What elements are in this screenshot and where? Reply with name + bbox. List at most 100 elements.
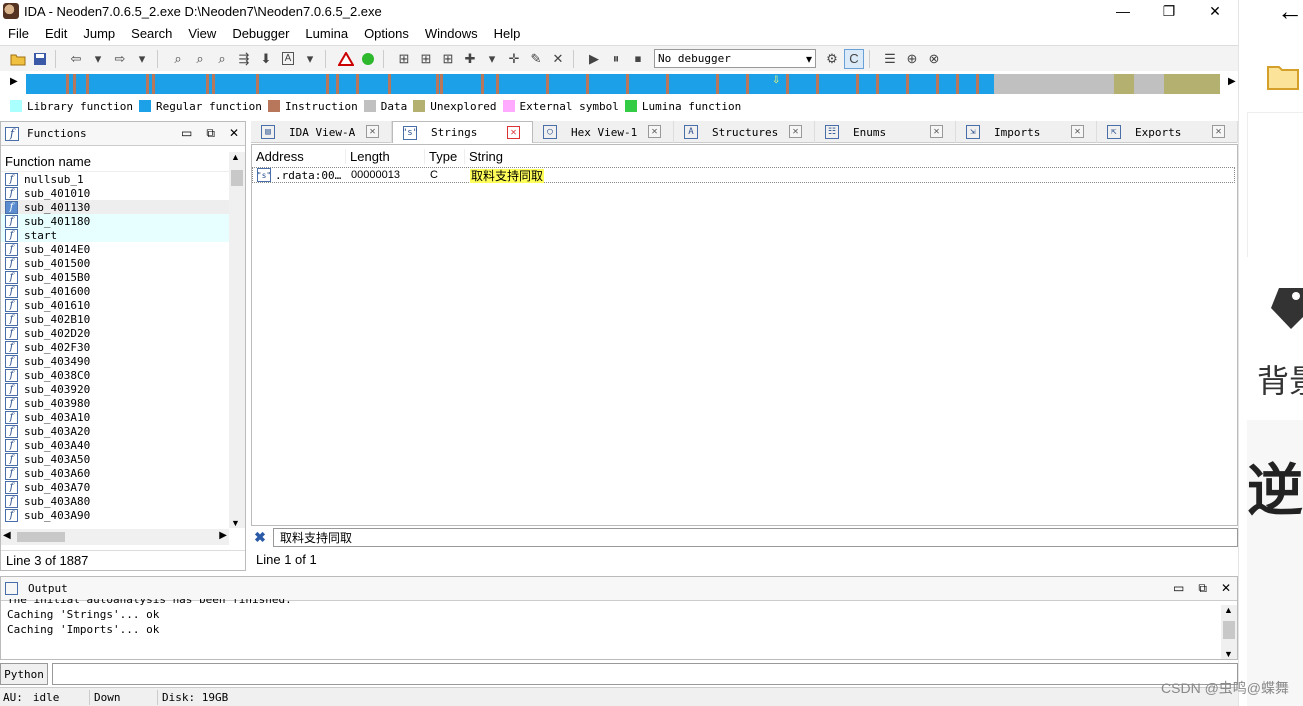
make-code-icon[interactable]: ⊞ (394, 49, 414, 69)
tab-close-icon[interactable]: ✕ (930, 125, 943, 138)
function-list-item[interactable]: f nullsub_1 (1, 172, 229, 186)
tab-enums[interactable]: ☷ Enums ✕ (815, 121, 956, 143)
menu-view[interactable]: View (180, 26, 224, 41)
tab-strings[interactable]: "s" Strings ✕ (392, 121, 533, 143)
text-mode-icon[interactable]: A (278, 49, 298, 69)
menu-debugger[interactable]: Debugger (224, 26, 297, 41)
decompile-icon[interactable]: C (844, 48, 864, 69)
panel-restore-icon[interactable]: ▭ (181, 126, 192, 141)
filter-input[interactable]: 取料支持同取 (273, 527, 1238, 547)
function-list-item[interactable]: f sub_402D20 (1, 326, 229, 340)
python-button[interactable]: Python (0, 663, 48, 685)
function-list-item[interactable]: f sub_401180 (1, 214, 229, 228)
menu-file[interactable]: File (0, 26, 37, 41)
scroll-right-icon[interactable]: ▶ (219, 530, 227, 541)
function-list-item[interactable]: f sub_401610 (1, 298, 229, 312)
panel-restore-icon[interactable]: ▭ (1173, 581, 1184, 596)
panel-close-icon[interactable]: ✕ (229, 126, 239, 141)
strings-row[interactable]: "s" .rdata:00… 00000013 C 取料支持同取 (252, 167, 1235, 183)
function-list-item[interactable]: f sub_4014E0 (1, 242, 229, 256)
panel-float-icon[interactable]: ⧉ (206, 126, 215, 141)
function-list-item[interactable]: f sub_403A90 (1, 508, 229, 522)
back-arrow-icon[interactable]: ← (1277, 0, 1303, 27)
function-list-item[interactable]: f sub_403A10 (1, 410, 229, 424)
scroll-down-icon[interactable]: ▼ (1224, 649, 1233, 659)
menu-search[interactable]: Search (123, 26, 180, 41)
warning-icon[interactable] (336, 49, 356, 69)
function-list-item[interactable]: f sub_403A40 (1, 438, 229, 452)
function-list-item[interactable]: f sub_403A70 (1, 480, 229, 494)
debugger-select[interactable]: No debugger ▾ (654, 49, 816, 68)
menu-lumina[interactable]: Lumina (297, 26, 356, 41)
search-next-icon[interactable]: ⇶ (234, 49, 254, 69)
function-list-item[interactable]: f sub_4038C0 (1, 368, 229, 382)
navigation-band[interactable]: ▶ ⇩ ▶ (6, 72, 1238, 96)
function-list-item[interactable]: f sub_402F30 (1, 340, 229, 354)
make-ascii-icon[interactable]: ⊞ (438, 49, 458, 69)
function-list-item[interactable]: f sub_401600 (1, 284, 229, 298)
functions-horizontal-scrollbar[interactable]: ◀ ▶ (1, 529, 229, 545)
string-column-header[interactable]: String (465, 149, 1237, 164)
function-list-item[interactable]: f sub_402B10 (1, 312, 229, 326)
add-icon[interactable]: ✚ (460, 49, 480, 69)
graph-add-icon[interactable]: ⊕ (902, 49, 922, 69)
python-input[interactable] (52, 663, 1238, 685)
chevron-down-icon[interactable]: ▾ (300, 49, 320, 69)
minimize-button[interactable]: — (1100, 0, 1146, 22)
folder-icon[interactable] (1267, 62, 1299, 93)
play-icon[interactable]: ▶ (584, 49, 604, 69)
graph-remove-icon[interactable]: ⊗ (924, 49, 944, 69)
undefine-icon[interactable]: ✕ (548, 49, 568, 69)
make-function-icon[interactable]: ✛ (504, 49, 524, 69)
panel-float-icon[interactable]: ⧉ (1198, 581, 1207, 596)
tab-close-icon[interactable]: ✕ (1212, 125, 1225, 138)
function-list-item[interactable]: f sub_401500 (1, 256, 229, 270)
tab-exports[interactable]: ⇱ Exports ✕ (1097, 121, 1238, 143)
pause-icon[interactable]: ⏸ (606, 49, 626, 69)
scrollbar-thumb[interactable] (1223, 621, 1235, 639)
function-list-item[interactable]: f sub_401130 (1, 200, 229, 214)
scrollbar-thumb[interactable] (231, 170, 243, 186)
tab-close-icon[interactable]: ✕ (789, 125, 802, 138)
chevron-down-icon[interactable]: ▾ (132, 49, 152, 69)
menu-jump[interactable]: Jump (75, 26, 123, 41)
address-column-header[interactable]: Address (252, 148, 346, 164)
tab-close-icon[interactable]: ✕ (366, 125, 379, 138)
clear-filter-icon[interactable]: ✖ (251, 529, 269, 546)
open-folder-icon[interactable] (8, 49, 28, 69)
search-binary-icon[interactable]: ⌕ (168, 49, 188, 69)
panel-close-icon[interactable]: ✕ (1221, 581, 1231, 596)
make-data-icon[interactable]: ⊞ (416, 49, 436, 69)
function-list-item[interactable]: f sub_403920 (1, 382, 229, 396)
nav-right-arrow-icon[interactable]: ▶ (1228, 76, 1236, 87)
navigation-strip[interactable]: ⇩ (26, 74, 1220, 94)
chevron-down-icon[interactable]: ▾ (482, 49, 502, 69)
scrollbar-thumb[interactable] (17, 532, 65, 542)
tab-hex-view-1[interactable]: ◯ Hex View-1 ✕ (533, 121, 674, 143)
search-immediate-icon[interactable]: ⌕ (212, 49, 232, 69)
output-panel-tab[interactable]: Output (1, 577, 1237, 601)
green-circle-icon[interactable] (358, 49, 378, 69)
save-icon[interactable] (30, 49, 50, 69)
scroll-left-icon[interactable]: ◀ (3, 530, 11, 541)
nav-left-arrow-icon[interactable]: ▶ (10, 76, 18, 87)
tab-close-icon[interactable]: ✕ (1071, 125, 1084, 138)
tab-imports[interactable]: ⇲ Imports ✕ (956, 121, 1097, 143)
list-icon[interactable]: ☰ (880, 49, 900, 69)
search-text-icon[interactable]: ⌕ (190, 49, 210, 69)
close-button[interactable]: ✕ (1192, 0, 1238, 22)
tab-close-icon[interactable]: ✕ (648, 125, 661, 138)
scroll-up-icon[interactable]: ▲ (231, 152, 240, 162)
type-column-header[interactable]: Type (425, 148, 465, 164)
debugger-options-icon[interactable]: ⚙ (822, 49, 842, 69)
scroll-up-icon[interactable]: ▲ (1224, 605, 1233, 615)
length-column-header[interactable]: Length (346, 148, 425, 164)
function-list-item[interactable]: f sub_403A20 (1, 424, 229, 438)
function-list-item[interactable]: f start (1, 228, 229, 242)
function-list-item[interactable]: f sub_403A60 (1, 466, 229, 480)
function-list-item[interactable]: f sub_401010 (1, 186, 229, 200)
edit-function-icon[interactable]: ✎ (526, 49, 546, 69)
output-scrollbar[interactable]: ▲ ▼ (1221, 605, 1237, 659)
function-list-item[interactable]: f sub_403A80 (1, 494, 229, 508)
back-arrow-icon[interactable]: ⇦ (66, 49, 86, 69)
